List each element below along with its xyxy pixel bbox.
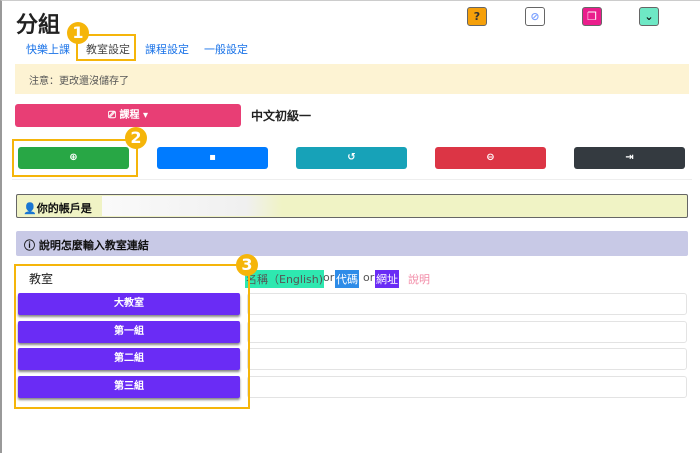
info-label: 說明怎麼輸入教室連結 <box>38 239 149 252</box>
minus-circle-icon: ⊖ <box>486 152 495 163</box>
help-icon[interactable]: ? <box>467 7 487 26</box>
divider <box>12 179 692 180</box>
classroom-icon: ⎚ <box>108 110 120 121</box>
info-icon: ⓘ <box>24 239 39 252</box>
hint-or: or <box>323 271 335 284</box>
tab-course-settings[interactable]: 課程設定 <box>145 41 189 57</box>
annotation-badge-1: 1 <box>67 22 89 44</box>
page-title: 分組 <box>16 13 61 38</box>
room-link-input[interactable] <box>247 321 687 343</box>
tab-general-settings[interactable]: 一般設定 <box>204 41 248 57</box>
course-dropdown-button[interactable]: ⎚ 課程 ▾ <box>15 104 241 127</box>
highlight-box-2 <box>12 139 138 177</box>
export-icon: ⇥ <box>625 152 634 163</box>
save-icon: ▪ <box>209 152 216 163</box>
undo-icon: ↺ <box>347 152 356 163</box>
copy-icon[interactable]: ❐ <box>582 7 602 26</box>
hint-or: or <box>363 271 375 284</box>
hint-name: 名稱（English) <box>245 270 325 288</box>
unsaved-notice: 注意：更改還沒儲存了 <box>15 64 689 94</box>
hint-url: 網址 <box>375 270 399 288</box>
highlight-box-3 <box>14 264 250 409</box>
save-button[interactable]: ▪ <box>157 147 268 169</box>
info-bar[interactable]: ⓘ 說明怎麼輸入教室連結 <box>16 231 688 256</box>
remove-button[interactable]: ⊖ <box>435 147 546 169</box>
annotation-badge-2: 2 <box>125 127 147 149</box>
redacted-account <box>102 196 282 216</box>
chevron-down-icon[interactable]: ⌄ <box>639 7 659 26</box>
room-link-input[interactable] <box>247 348 687 370</box>
user-icon: 👤 <box>23 202 37 215</box>
account-label: 你的帳戶是 <box>36 202 92 215</box>
annotation-badge-3: 3 <box>236 254 258 276</box>
tab-happy-class[interactable]: 快樂上課 <box>26 41 70 57</box>
hint-help-link[interactable]: 說明 <box>407 270 431 288</box>
eye-slash-icon[interactable]: ⊘ <box>525 7 545 26</box>
undo-button[interactable]: ↺ <box>296 147 407 169</box>
export-button[interactable]: ⇥ <box>574 147 685 169</box>
room-link-input[interactable] <box>247 293 687 315</box>
hint-code: 代碼 <box>335 270 359 288</box>
room-link-input[interactable] <box>247 376 687 398</box>
course-button-label: 課程 <box>119 110 140 121</box>
current-course: 中文初級一 <box>251 109 312 123</box>
